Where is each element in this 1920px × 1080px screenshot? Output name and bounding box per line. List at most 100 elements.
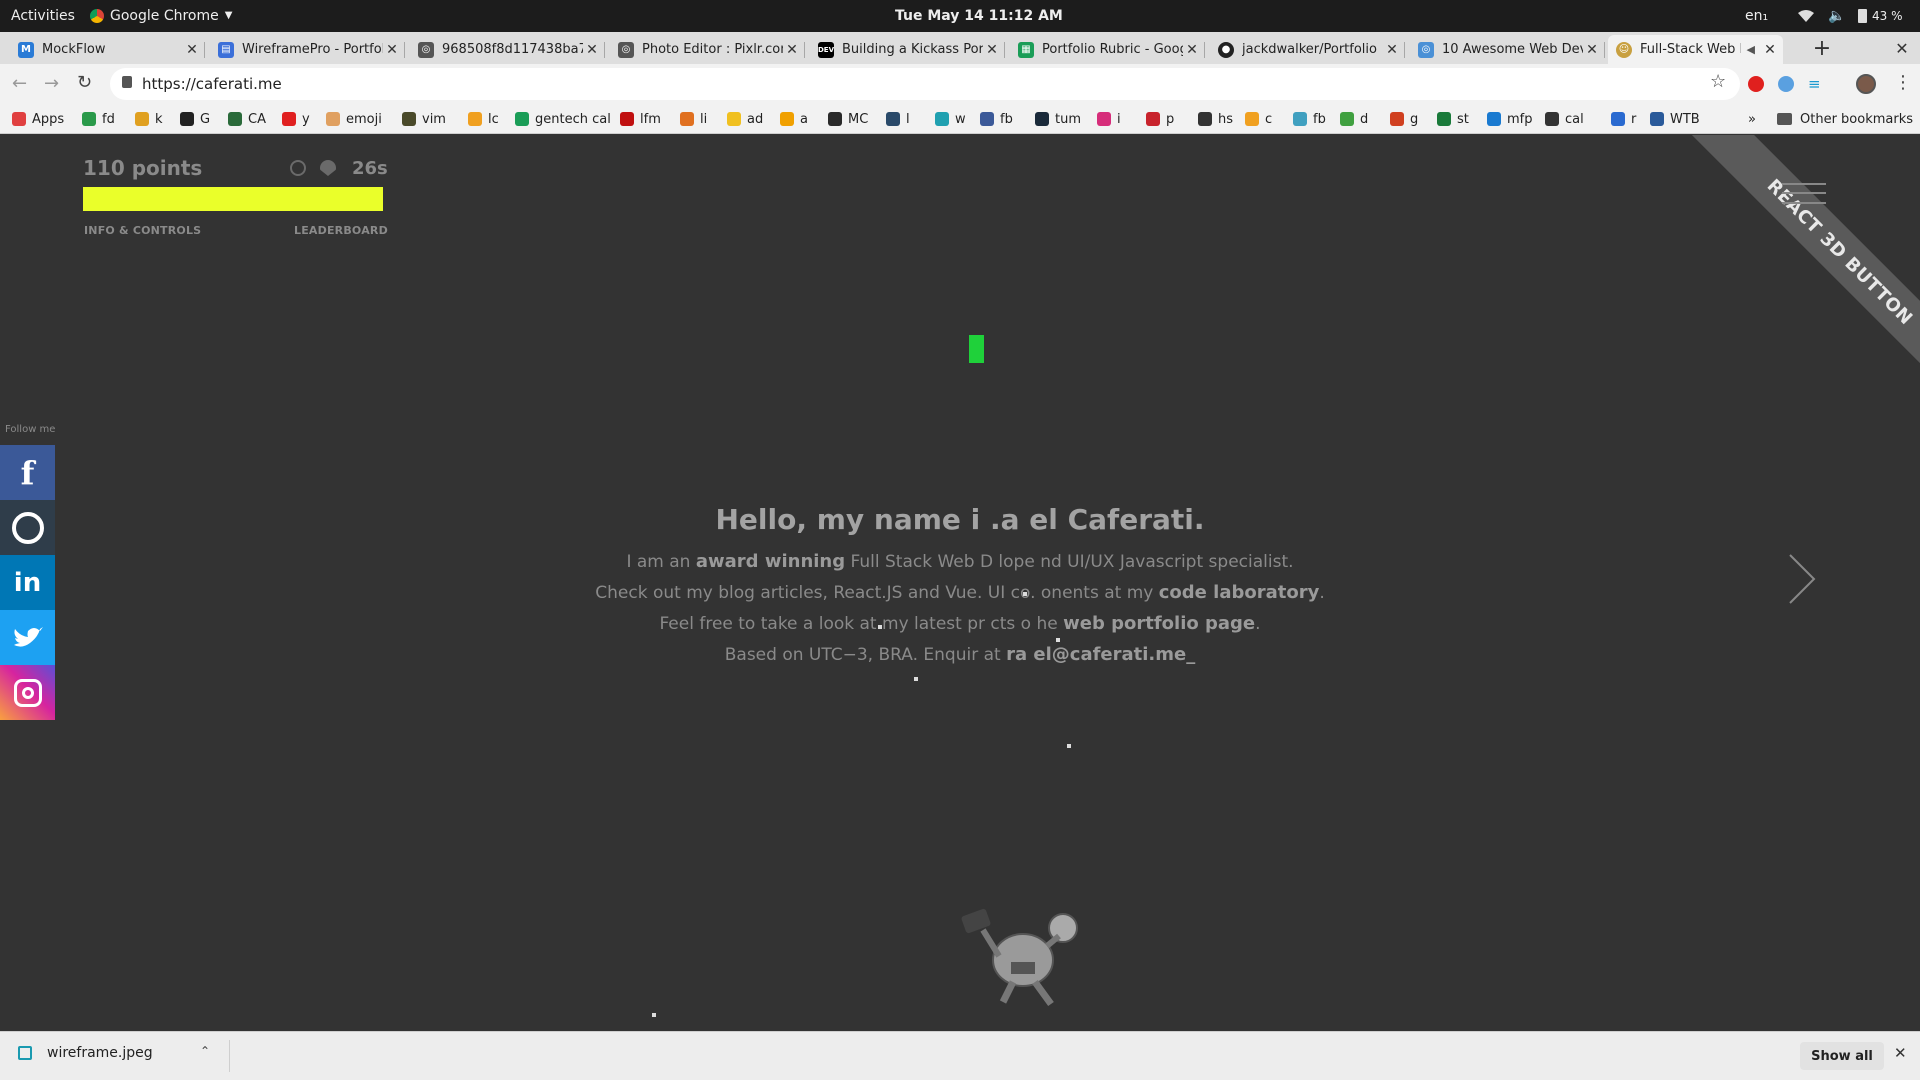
bookmark-item[interactable]: WTB [1650, 104, 1700, 134]
volume-icon[interactable]: 🔈 [1828, 0, 1845, 32]
download-filename: wireframe.jpeg [47, 1045, 153, 1061]
bookmark-item[interactable]: ad [727, 104, 763, 134]
info-controls-link[interactable]: INFO & CONTROLS [84, 224, 201, 237]
instagram-button[interactable] [0, 665, 55, 720]
hero-line-1: I am an award winning Full Stack Web D l… [0, 551, 1920, 572]
clock[interactable]: Tue May 14 11:12 AM [895, 0, 1063, 32]
bookmark-icon [1198, 112, 1212, 126]
tab-6[interactable]: ● jackdwalker/Portfolio ✕ [1210, 35, 1405, 64]
tab-7[interactable]: ◎ 10 Awesome Web Devel ✕ [1410, 35, 1605, 64]
bookmark-item[interactable]: G [180, 104, 210, 134]
chrome-icon [90, 9, 104, 23]
tab-4[interactable]: DEV Building a Kickass Por ✕ [810, 35, 1005, 64]
bookmark-item[interactable]: i [1097, 104, 1121, 134]
star-icon[interactable]: ☆ [1710, 71, 1726, 92]
bookmark-item[interactable]: lfm [620, 104, 661, 134]
caret-down-icon: ▼ [224, 10, 233, 21]
tab-0[interactable]: M MockFlow ✕ [10, 35, 205, 64]
bookmark-item[interactable]: Apps [12, 104, 64, 134]
bookmark-item[interactable]: y [282, 104, 310, 134]
address-bar[interactable]: https://caferati.me ☆ [110, 68, 1740, 100]
hero-line-2: Check out my blog articles, React.JS and… [0, 582, 1920, 603]
close-icon[interactable]: ✕ [1583, 42, 1601, 58]
opera-extension-icon[interactable] [1748, 76, 1764, 92]
bookmark-icon [1545, 112, 1559, 126]
react-3d-button-ribbon[interactable]: REACT 3D BUTTON [1626, 135, 1920, 466]
bookmark-item[interactable]: MC [828, 104, 868, 134]
close-icon[interactable]: ✕ [1183, 42, 1201, 58]
bookmark-item[interactable]: d [1340, 104, 1368, 134]
bookmark-item[interactable]: emoji [326, 104, 382, 134]
forward-button[interactable]: → [44, 73, 59, 94]
close-icon[interactable]: ✕ [583, 42, 601, 58]
battery-level: 43 % [1872, 9, 1903, 23]
tab-2[interactable]: ◎ 968508f8d117438ba7dd ✕ [410, 35, 605, 64]
bookmark-item[interactable]: l [886, 104, 910, 134]
close-icon[interactable]: ✕ [783, 42, 801, 58]
bookmark-item[interactable]: st [1437, 104, 1469, 134]
kebab-menu-icon[interactable]: ⋮ [1894, 72, 1912, 93]
hero-highlight: award winning [695, 551, 846, 572]
tab-8-active[interactable]: ☺ Full-Stack Web Dev ◀ ✕ [1608, 35, 1783, 64]
tab-3[interactable]: ◎ Photo Editor : Pixlr.con ✕ [610, 35, 805, 64]
close-icon[interactable]: ✕ [383, 42, 401, 58]
speaker-icon[interactable]: ◀ [1747, 43, 1755, 56]
bookmark-item[interactable]: p [1146, 104, 1174, 134]
chevron-up-icon[interactable]: ⌃ [200, 1044, 210, 1058]
bookmark-item[interactable]: lc [468, 104, 499, 134]
bookmark-label: g [1410, 111, 1419, 127]
bookmark-item[interactable]: fb [980, 104, 1013, 134]
app-menu[interactable]: Google Chrome ▼ [90, 0, 232, 32]
bookmark-item[interactable]: fd [82, 104, 115, 134]
code-laboratory-link[interactable]: code laboratory [1159, 582, 1320, 603]
new-tab-button[interactable]: + [1808, 35, 1836, 61]
activities-button[interactable]: Activities [11, 0, 75, 32]
input-language[interactable]: en₁ [1745, 0, 1768, 32]
bookmark-icon [1340, 112, 1354, 126]
bookmark-item[interactable]: fb [1293, 104, 1326, 134]
bookmark-item[interactable]: a [780, 104, 808, 134]
window-close-button[interactable]: ✕ [1890, 35, 1914, 61]
close-icon[interactable]: ✕ [1761, 42, 1779, 58]
bookmark-item[interactable]: c [1245, 104, 1272, 134]
close-download-bar-button[interactable]: ✕ [1894, 1044, 1907, 1062]
filter-extension-icon[interactable]: ≡ [1808, 76, 1824, 92]
bookmark-item[interactable]: r [1611, 104, 1636, 134]
extension-icon[interactable] [1778, 76, 1794, 92]
tab-1[interactable]: ▤ WireframePro - Portfoli ✕ [210, 35, 405, 64]
facebook-button[interactable]: f [0, 445, 55, 500]
bookmark-item[interactable]: CA [228, 104, 266, 134]
bookmark-item[interactable]: vim [402, 104, 446, 134]
close-icon[interactable]: ✕ [183, 42, 201, 58]
close-icon[interactable]: ✕ [1383, 42, 1401, 58]
bookmark-item[interactable]: li [680, 104, 707, 134]
reload-button[interactable]: ↻ [77, 72, 92, 93]
back-button[interactable]: ← [12, 73, 27, 94]
leaderboard-link[interactable]: LEADERBOARD [294, 224, 388, 237]
bookmark-item[interactable]: tum [1035, 104, 1081, 134]
email-link[interactable]: ra el@caferati.me_ [1006, 644, 1195, 665]
bookmark-item[interactable]: k [135, 104, 163, 134]
bookmark-item[interactable]: hs [1198, 104, 1233, 134]
download-item[interactable]: wireframe.jpeg [18, 1045, 153, 1061]
show-all-button[interactable]: Show all [1800, 1042, 1884, 1070]
next-slide-arrow[interactable] [1787, 553, 1817, 605]
bookmark-item[interactable]: cal [1545, 104, 1584, 134]
bookmark-item[interactable]: gentech cal [515, 104, 611, 134]
status-menu[interactable]: 43 % [1858, 0, 1903, 32]
bookmark-item[interactable]: w [935, 104, 966, 134]
other-bookmarks[interactable]: Other bookmarks [1777, 104, 1913, 134]
clock-icon [290, 160, 306, 176]
wifi-icon[interactable] [1798, 0, 1814, 32]
bookmark-item[interactable]: mfp [1487, 104, 1533, 134]
bookmarks-overflow-button[interactable]: » [1748, 104, 1756, 134]
bookmark-label: WTB [1670, 111, 1700, 127]
bookmark-item[interactable]: g [1390, 104, 1418, 134]
bookmark-label: ad [747, 111, 764, 127]
close-icon[interactable]: ✕ [983, 42, 1001, 58]
tab-title: Portfolio Rubric - Goog [1042, 42, 1183, 57]
tab-5[interactable]: ▦ Portfolio Rubric - Goog ✕ [1010, 35, 1205, 64]
url-text[interactable]: https://caferati.me [142, 75, 282, 93]
web-portfolio-link[interactable]: web portfolio page [1063, 613, 1255, 634]
profile-avatar[interactable] [1856, 74, 1876, 94]
